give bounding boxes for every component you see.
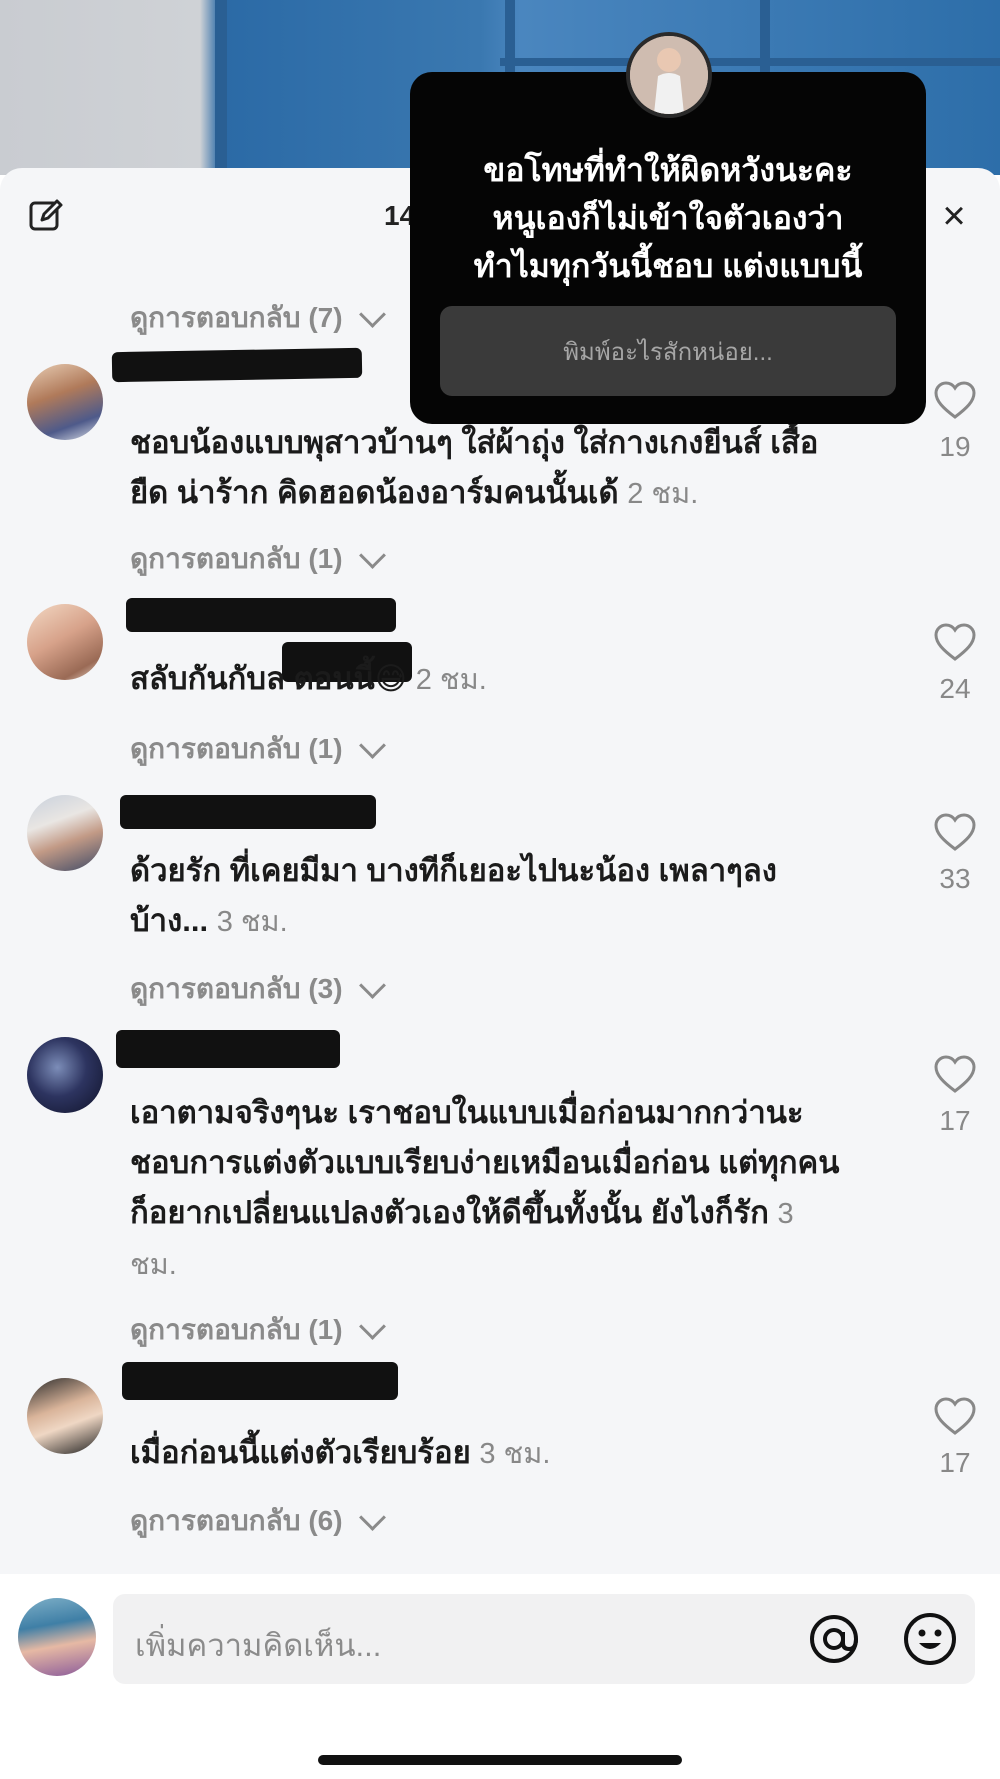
like-count: 17 [939,1447,971,1478]
avatar[interactable] [27,604,103,680]
mention-icon[interactable] [805,1610,863,1668]
like-button[interactable]: 19 [925,380,985,463]
chevron-down-icon [358,300,386,328]
heart-icon [934,1397,976,1435]
comment-input[interactable]: เพิ่มความคิดเห็น... [113,1594,975,1684]
heart-icon [934,1055,976,1093]
comment-text: เอาตามจริงๆนะ เราชอบในแบบเมื่อก่อนมากกว่… [130,1095,840,1281]
redacted-username [116,1030,340,1068]
redacted-username [126,598,396,632]
comment-composer: เพิ่มความคิดเห็น... [0,1574,1000,1779]
like-button[interactable]: 33 [925,812,985,895]
view-replies-button[interactable]: ดูการตอบกลับ (1) [130,537,386,581]
like-count: 19 [939,431,971,462]
comment-text: ด้วยรัก ที่เคยมีมา บางทีก็เยอะไปนะน้อง เ… [130,853,777,938]
view-replies-button[interactable]: ดูการตอบกลับ (1) [130,1308,386,1352]
like-button[interactable]: 17 [925,1054,985,1137]
like-count: 24 [939,673,971,704]
view-replies-button[interactable]: ดูการตอบกลับ (3) [130,967,386,1011]
edit-icon[interactable] [28,198,64,234]
view-replies-button[interactable]: ดูการตอบกลับ (6) [130,1499,386,1543]
chevron-down-icon [358,1503,386,1531]
redacted-username [122,1362,398,1400]
avatar[interactable] [27,795,103,871]
chevron-down-icon [358,971,386,999]
popup-reply-input[interactable]: พิมพ์อะไรสักหน่อย... [440,306,896,396]
comment-text: ชอบน้องแบบพุสาวบ้านๆ ใส่ผ้าถุุ่ง ใส่กางเ… [130,425,819,510]
like-count: 17 [939,1105,971,1136]
chevron-down-icon [358,731,386,759]
comment-text: สลับกันกับล ตอนนี้😅 2 ชม. [130,661,487,696]
popup-message: ขอโทษที่ทำให้ผิดหวังนะคะ หนูเองก็ไม่เข้า… [473,152,863,284]
heart-icon [934,813,976,851]
avatar[interactable] [27,1378,103,1454]
redacted-username [111,347,363,383]
like-count: 33 [939,863,971,894]
redacted-username [120,795,376,829]
like-button[interactable]: 24 [925,622,985,705]
view-replies-button[interactable]: ดูการตอบกลับ (1) [130,727,386,771]
close-icon[interactable]: × [934,196,974,236]
popup-avatar [626,32,712,118]
comment-text: เมื่อก่อนนี้แต่งตัวเรียบร้อย 3 ชม. [130,1435,551,1470]
emoji-icon[interactable] [901,1610,959,1668]
reply-popup: ขอโทษที่ทำให้ผิดหวังนะคะ หนูเองก็ไม่เข้า… [410,72,926,424]
avatar[interactable] [27,364,103,440]
chevron-down-icon [358,541,386,569]
like-button[interactable]: 17 [925,1396,985,1479]
avatar[interactable] [27,1037,103,1113]
my-avatar [18,1598,96,1676]
home-indicator [318,1755,682,1765]
view-replies-button[interactable]: ดูการตอบกลับ (7) [130,296,386,340]
chevron-down-icon [358,1312,386,1340]
heart-icon [934,381,976,419]
heart-icon [934,623,976,661]
